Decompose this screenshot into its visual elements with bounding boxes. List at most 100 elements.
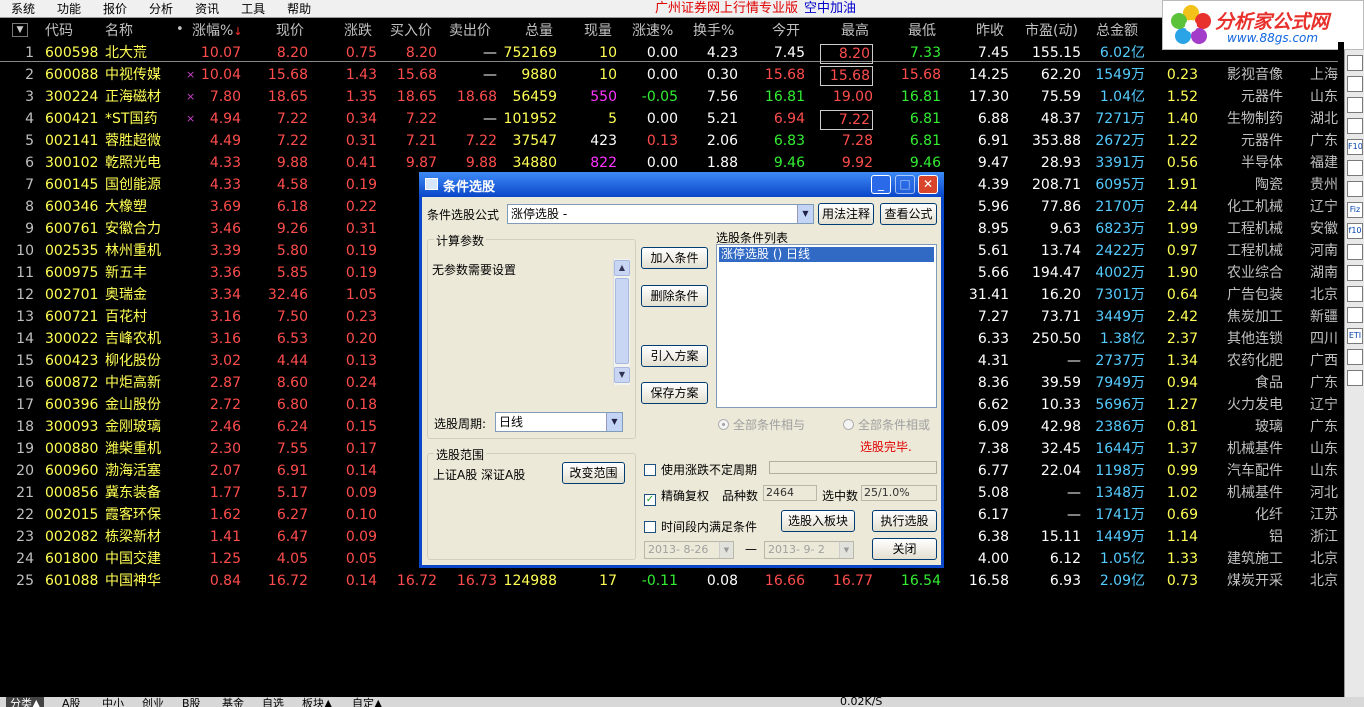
cell-chg: 0.18 — [345, 397, 377, 413]
header-ask[interactable]: 卖出价 — [449, 22, 491, 40]
cell-industry: 陶瓷 — [1255, 177, 1283, 193]
menu-item[interactable]: 帮助 — [276, 0, 322, 18]
time-condition-checkbox[interactable]: 时间段内满足条件 — [644, 518, 757, 535]
app-subtitle[interactable]: 空中加油 — [804, 1, 856, 16]
sort-icon[interactable] — [1347, 286, 1363, 302]
header-curvol[interactable]: 现量 — [584, 22, 612, 40]
menu-item[interactable]: 功能 — [46, 0, 92, 18]
menu-item[interactable]: 系统 — [0, 0, 46, 18]
table-row[interactable]: 5 002141 蓉胜超微 4.49 7.22 0.31 7.21 7.22 37547 423 0… — [0, 130, 1344, 152]
formula-select[interactable]: 涨停选股 - ▼ — [507, 204, 814, 224]
header-pe[interactable]: 市盈(动) — [1025, 22, 1078, 40]
execute-select-button[interactable]: 执行选股 — [872, 510, 937, 532]
f10b-icon[interactable]: f10 — [1347, 223, 1363, 239]
cell-price: 32.46 — [267, 287, 308, 303]
bottom-tab[interactable]: 中小 — [102, 697, 124, 707]
folder-icon[interactable] — [1347, 265, 1363, 281]
header-name[interactable]: 名称 — [105, 22, 133, 40]
table-row[interactable]: 25 601088 中国神华 0.84 16.72 0.14 16.72 16.73 12498… — [0, 570, 1344, 592]
table-row[interactable]: 1 600598 北大荒 10.07 8.20 0.75 8.20 — 752169 10 0.00… — [0, 42, 1344, 64]
cell-amount: 1348万 — [1095, 485, 1145, 501]
doc-icon[interactable] — [1347, 118, 1363, 134]
minimize-icon[interactable]: _ — [871, 175, 891, 194]
header-dot: • — [176, 22, 184, 37]
list-icon[interactable] — [1347, 181, 1363, 197]
bottom-tab[interactable]: B股 — [182, 697, 201, 707]
menu-item[interactable]: 资讯 — [184, 0, 230, 18]
table-row[interactable]: 2 600088 中视传媒 × 10.04 15.68 1.43 15.68 — 9880 10 0.… — [0, 64, 1344, 86]
bottom-tab[interactable]: 板块▲ — [302, 697, 332, 707]
cell-price: 9.88 — [276, 155, 308, 171]
header-vol[interactable]: 总量 — [525, 22, 553, 40]
header-turnover[interactable]: 换手% — [693, 22, 734, 40]
save-plan-button[interactable]: 保存方案 — [641, 382, 708, 404]
checkbox-box[interactable] — [644, 521, 656, 533]
header-open[interactable]: 今开 — [772, 22, 800, 40]
header-bid[interactable]: 买入价 — [390, 22, 432, 40]
header-code[interactable]: 代码 — [45, 22, 73, 40]
date-from-picker: 2013- 8-26 ▼ — [644, 541, 734, 559]
bottom-tab[interactable]: 分类▲ — [6, 697, 45, 707]
header-chg[interactable]: 涨跌 — [344, 22, 372, 40]
bottom-tab[interactable]: 自定▲ — [352, 697, 382, 707]
close-button[interactable]: 关闭 — [872, 538, 937, 560]
import-plan-button[interactable]: 引入方案 — [641, 345, 708, 367]
header-high[interactable]: 最高 — [841, 22, 869, 40]
cell-code: 600396 — [45, 397, 99, 413]
fiz-icon[interactable]: Fiz — [1347, 202, 1363, 218]
info-icon[interactable] — [1347, 160, 1363, 176]
scroll-down-icon[interactable]: ▼ — [614, 367, 630, 383]
export-icon[interactable] — [1347, 349, 1363, 365]
cell-speed: 0.00 — [646, 111, 678, 127]
usage-notes-button[interactable]: 用法注释 — [818, 203, 874, 225]
condition-list-item[interactable]: 涨停选股 () 日线 — [719, 247, 934, 262]
select-to-block-button[interactable]: 选股入板块 — [781, 510, 855, 532]
bottom-tab[interactable]: 自选 — [262, 697, 284, 707]
eti-icon[interactable]: ETI — [1347, 328, 1363, 344]
bottom-tab[interactable]: 创业 — [142, 697, 164, 707]
scroll-up-icon[interactable]: ▲ — [614, 260, 630, 276]
condition-list[interactable]: 涨停选股 () 日线 — [716, 244, 937, 408]
chevron-down-icon[interactable]: ▼ — [606, 413, 622, 431]
header-amount[interactable]: 总金额 — [1096, 22, 1138, 40]
cell-chg: 0.13 — [345, 353, 377, 369]
selected-count-label: 选中数 — [822, 489, 859, 503]
view-formula-button[interactable]: 查看公式 — [880, 203, 937, 225]
header-prev[interactable]: 昨收 — [976, 22, 1004, 40]
dialog-titlebar[interactable]: 条件选股 _ □ ✕ — [419, 172, 944, 197]
exact-restore-checkbox[interactable]: ✓ 精确复权 — [644, 487, 709, 506]
header-low[interactable]: 最低 — [908, 22, 936, 40]
cell-name: 乾照光电 — [105, 155, 161, 171]
table-row[interactable]: 6 300102 乾照光电 4.33 9.88 0.41 9.87 9.88 34880 822 0… — [0, 152, 1344, 174]
menu-item[interactable]: 工具 — [230, 0, 276, 18]
line-icon[interactable] — [1347, 76, 1363, 92]
period-select[interactable]: 日线 ▼ — [495, 412, 623, 432]
close-icon[interactable]: ✕ — [918, 175, 938, 194]
change-range-button[interactable]: 改变范围 — [562, 462, 625, 484]
add-condition-button[interactable]: 加入条件 — [641, 247, 708, 269]
check-icon[interactable]: ✓ — [644, 494, 656, 506]
f10-icon[interactable]: F10 — [1347, 139, 1363, 155]
menu-item[interactable]: 报价 — [92, 0, 138, 18]
params-scrollbar[interactable]: ▲ ▼ — [613, 259, 630, 385]
scroll-thumb[interactable] — [615, 278, 629, 364]
table-row[interactable]: 3 300224 正海磁材 × 7.80 18.65 1.35 18.65 18.68 56459… — [0, 86, 1344, 108]
delete-condition-button[interactable]: 删除条件 — [641, 285, 708, 307]
column-menu-button[interactable]: ▼ — [12, 23, 28, 37]
header-speed[interactable]: 涨速% — [632, 22, 673, 40]
grid-icon[interactable] — [1347, 307, 1363, 323]
header-price[interactable]: 现价 — [276, 22, 304, 40]
uncertain-period-checkbox[interactable]: 使用涨跌不定周期 — [644, 461, 757, 478]
menu-item[interactable]: 分析 — [138, 0, 184, 18]
bottom-tab[interactable]: 基金 — [222, 697, 244, 707]
bottom-tab[interactable]: A股 — [62, 697, 81, 707]
checkbox-box[interactable] — [644, 464, 656, 476]
kline-icon[interactable] — [1347, 97, 1363, 113]
search-icon[interactable] — [1347, 244, 1363, 260]
chevron-down-icon[interactable]: ▼ — [797, 205, 813, 223]
print-icon[interactable] — [1347, 370, 1363, 386]
chart-icon[interactable] — [1347, 55, 1363, 71]
table-row[interactable]: 4 600421 *ST国药 × 4.94 7.22 0.34 7.22 — 101952 5 0.0… — [0, 108, 1344, 130]
header-pct[interactable]: 涨幅%↓ — [192, 22, 243, 41]
cell-turnover: 2.06 — [706, 133, 738, 149]
